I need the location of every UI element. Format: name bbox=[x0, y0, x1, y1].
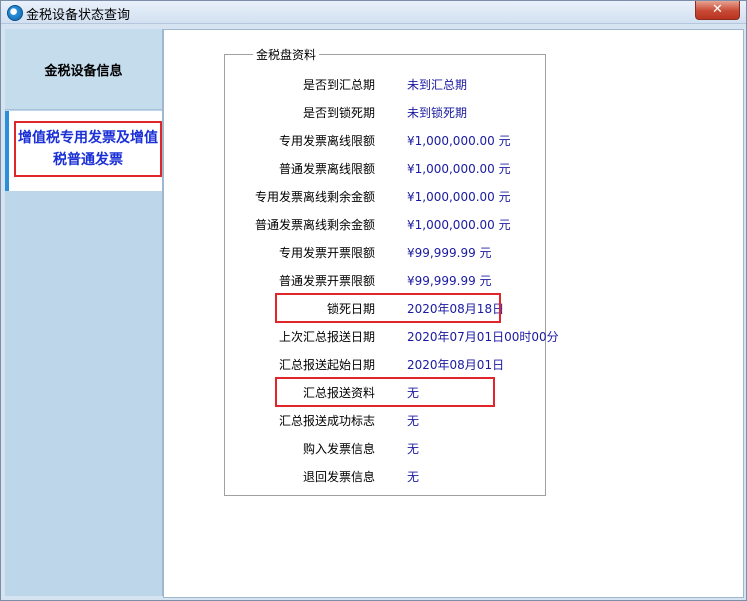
info-value: 2020年07月01日00时00分 bbox=[407, 330, 559, 344]
window-title: 金税设备状态查询 bbox=[26, 8, 131, 23]
info-value: 无 bbox=[407, 414, 420, 428]
info-label: 是否到汇总期 bbox=[302, 78, 375, 92]
info-label: 上次汇总报送日期 bbox=[278, 330, 375, 344]
info-row: 普通发票离线剩余金额 ¥1,000,000.00 元 bbox=[225, 214, 545, 234]
sidebar-item-device-info[interactable]: 金税设备信息 bbox=[5, 29, 162, 110]
info-label: 购入发票信息 bbox=[302, 442, 375, 456]
highlight-summary-data bbox=[275, 377, 495, 407]
info-row: 上次汇总报送日期 2020年07月01日00时00分 bbox=[225, 326, 559, 346]
info-label: 专用发票离线剩余金额 bbox=[254, 190, 375, 204]
info-label: 专用发票离线限额 bbox=[278, 134, 375, 148]
info-value: ¥1,000,000.00 元 bbox=[407, 190, 511, 204]
info-value: 无 bbox=[407, 470, 420, 484]
info-row: 普通发票开票限额 ¥99,999.99 元 bbox=[225, 270, 545, 290]
info-row: 退回发票信息 无 bbox=[225, 466, 545, 486]
main-panel: 金税盘资料 是否到汇总期 未到汇总期 是否到锁死期 未到锁死期 专用发票离线限额… bbox=[163, 29, 744, 598]
info-row: 专用发票离线剩余金额 ¥1,000,000.00 元 bbox=[225, 186, 545, 206]
info-label: 专用发票开票限额 bbox=[278, 246, 375, 260]
close-icon: ✕ bbox=[712, 2, 723, 17]
info-row: 汇总报送起始日期 2020年08月01日 bbox=[225, 354, 545, 374]
info-value: 2020年08月01日 bbox=[407, 358, 505, 372]
info-value: ¥1,000,000.00 元 bbox=[407, 134, 511, 148]
info-row: 专用发票离线限额 ¥1,000,000.00 元 bbox=[225, 130, 545, 150]
info-row: 普通发票离线限额 ¥1,000,000.00 元 bbox=[225, 158, 545, 178]
close-button[interactable]: ✕ bbox=[695, 1, 740, 20]
info-label: 普通发票离线剩余金额 bbox=[254, 218, 375, 232]
info-value: ¥1,000,000.00 元 bbox=[407, 162, 511, 176]
info-label: 汇总报送起始日期 bbox=[278, 358, 375, 372]
info-label: 普通发票离线限额 bbox=[278, 162, 375, 176]
info-value: ¥1,000,000.00 元 bbox=[407, 218, 511, 232]
info-value: ¥99,999.99 元 bbox=[407, 246, 492, 260]
app-window: 金税设备状态查询 ✕ 金税设备信息 增值税专用发票及增值税普通发票 金税盘资料 … bbox=[0, 0, 747, 601]
sidebar-item-vat-invoice[interactable]: 增值税专用发票及增值税普通发票 bbox=[5, 111, 162, 191]
info-value: 未到锁死期 bbox=[407, 106, 468, 120]
info-value: 未到汇总期 bbox=[407, 78, 468, 92]
sidebar: 金税设备信息 增值税专用发票及增值税普通发票 bbox=[5, 29, 163, 596]
tax-disk-info-group: 金税盘资料 是否到汇总期 未到汇总期 是否到锁死期 未到锁死期 专用发票离线限额… bbox=[224, 46, 559, 496]
info-label: 汇总报送成功标志 bbox=[278, 414, 375, 428]
info-value: 无 bbox=[407, 442, 420, 456]
title-bar: 金税设备状态查询 ✕ bbox=[1, 1, 746, 24]
sidebar-item-label: 增值税专用发票及增值税普通发票 bbox=[14, 121, 162, 177]
highlight-lock-date bbox=[275, 293, 501, 323]
info-label: 退回发票信息 bbox=[302, 470, 375, 484]
info-value: ¥99,999.99 元 bbox=[407, 274, 492, 288]
info-label: 是否到锁死期 bbox=[302, 106, 375, 120]
app-icon bbox=[7, 5, 23, 21]
group-legend: 金税盘资料 bbox=[253, 46, 320, 63]
info-row: 是否到汇总期 未到汇总期 bbox=[225, 74, 545, 94]
info-row: 专用发票开票限额 ¥99,999.99 元 bbox=[225, 242, 545, 262]
sidebar-item-label: 金税设备信息 bbox=[44, 63, 123, 79]
info-label: 普通发票开票限额 bbox=[278, 274, 375, 288]
info-row: 汇总报送成功标志 无 bbox=[225, 410, 545, 430]
info-row: 是否到锁死期 未到锁死期 bbox=[225, 102, 545, 122]
info-row: 购入发票信息 无 bbox=[225, 438, 545, 458]
